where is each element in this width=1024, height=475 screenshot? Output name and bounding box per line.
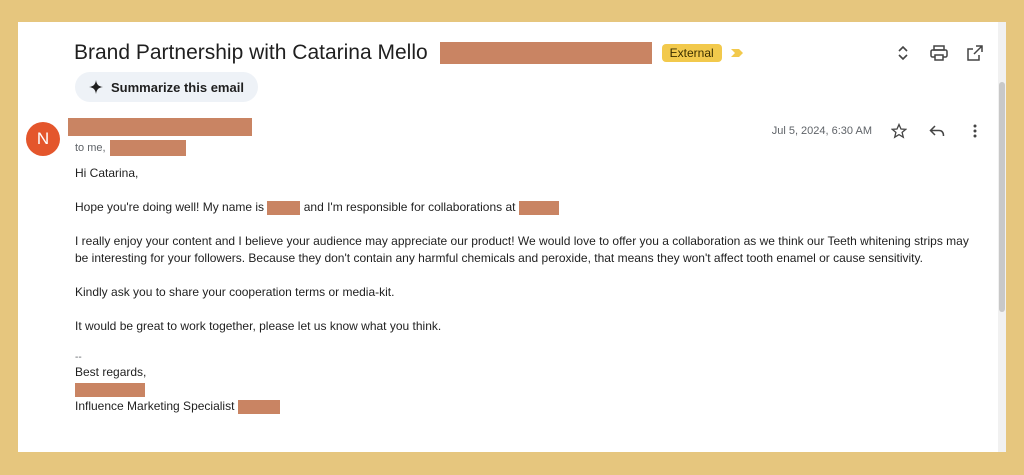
intro-paragraph: Hope you're doing well! My name is and I… — [75, 199, 975, 216]
redacted-sender — [68, 118, 252, 136]
email-body: Hi Catarina, Hope you're doing well! My … — [75, 165, 975, 415]
recipient-line[interactable]: to me, — [75, 140, 186, 156]
reply-icon[interactable] — [926, 120, 948, 142]
redacted-name — [267, 200, 301, 215]
external-badge[interactable]: External — [661, 44, 722, 62]
signature-dash: -- — [75, 352, 82, 363]
offer-paragraph: I really enjoy your content and I believ… — [75, 234, 969, 265]
redacted-signature-company — [237, 399, 280, 414]
signature-regards: Best regards, — [75, 365, 147, 379]
scrollbar-thumb[interactable] — [999, 82, 1005, 312]
print-icon[interactable] — [928, 42, 950, 64]
redacted-subject — [439, 42, 652, 64]
summarize-button[interactable]: Summarize this email — [75, 72, 258, 102]
redacted-recipient — [109, 140, 186, 156]
signature-title: Influence Marketing Specialist — [75, 399, 235, 413]
summarize-label: Summarize this email — [111, 79, 244, 95]
subject-row: Brand Partnership with Catarina Mello Ex… — [74, 38, 744, 68]
signature-title-line: Influence Marketing Specialist — [75, 398, 975, 415]
email-window: Brand Partnership with Catarina Mello Ex… — [18, 22, 1006, 452]
redacted-company — [518, 200, 559, 215]
email-subject: Brand Partnership with Catarina Mello — [74, 41, 428, 64]
greeting: Hi Catarina, — [75, 166, 139, 180]
star-icon[interactable] — [888, 120, 910, 142]
more-vert-icon[interactable] — [964, 120, 986, 142]
importance-marker-icon[interactable] — [730, 46, 744, 60]
intro-text-b: and I'm responsible for collaborations a… — [303, 200, 516, 214]
avatar[interactable]: N — [26, 122, 60, 156]
closing-paragraph: It would be great to work together, plea… — [75, 319, 442, 333]
signature: -- Best regards, Influence Marketing Spe… — [75, 352, 975, 415]
intro-text-a: Hope you're doing well! My name is — [75, 200, 265, 214]
to-prefix: to me, — [75, 142, 106, 154]
message-date: Jul 5, 2024, 6:30 AM — [771, 125, 872, 137]
sparkle-icon — [89, 80, 103, 94]
request-paragraph: Kindly ask you to share your cooperation… — [75, 285, 395, 299]
scrollbar[interactable] — [998, 22, 1006, 452]
unfold-icon[interactable] — [892, 42, 914, 64]
signature-name — [75, 381, 975, 398]
redacted-signature-name — [75, 382, 145, 397]
top-actions — [892, 42, 986, 64]
message-meta: Jul 5, 2024, 6:30 AM — [772, 120, 986, 142]
open-in-new-icon[interactable] — [964, 42, 986, 64]
